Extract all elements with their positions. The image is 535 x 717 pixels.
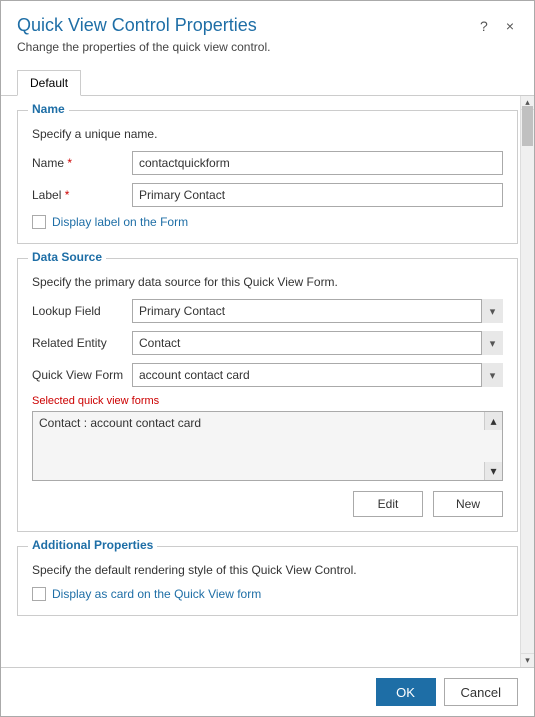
name-section-desc: Specify a unique name.: [32, 127, 503, 141]
related-entity-label: Related Entity: [32, 336, 132, 350]
selected-forms-scroll-up[interactable]: ▴: [484, 412, 502, 430]
lookup-field-row: Lookup Field Primary Contact: [32, 299, 503, 323]
display-label-row: Display label on the Form: [32, 215, 503, 229]
lookup-field-label: Lookup Field: [32, 304, 132, 318]
selected-forms-item: Contact : account contact card: [39, 416, 201, 430]
close-button[interactable]: ×: [502, 16, 518, 36]
display-label-text[interactable]: Display label on the Form: [52, 215, 188, 229]
additional-section-legend: Additional Properties: [28, 538, 157, 552]
additional-section: Additional Properties Specify the defaul…: [17, 546, 518, 616]
datasource-section-desc: Specify the primary data source for this…: [32, 275, 503, 289]
datasource-section-legend: Data Source: [28, 250, 106, 264]
lookup-field-select-wrapper: Primary Contact: [132, 299, 503, 323]
scrollbar-arrow-down[interactable]: ▾: [521, 653, 534, 667]
title-actions: ? ×: [476, 16, 518, 36]
cancel-button[interactable]: Cancel: [444, 678, 518, 706]
name-input[interactable]: [132, 151, 503, 175]
tab-bar: Default: [1, 60, 534, 96]
label-label: Label *: [32, 188, 132, 202]
new-button[interactable]: New: [433, 491, 503, 517]
edit-button[interactable]: Edit: [353, 491, 423, 517]
dialog-body-outer: Name Specify a unique name. Name * Label…: [1, 96, 534, 667]
title-bar: Quick View Control Properties ? × Change…: [1, 1, 534, 60]
dialog-subtitle: Change the properties of the quick view …: [17, 40, 518, 54]
name-section-legend: Name: [28, 102, 69, 116]
display-card-checkbox[interactable]: [32, 587, 46, 601]
tab-default[interactable]: Default: [17, 70, 81, 96]
datasource-section: Data Source Specify the primary data sou…: [17, 258, 518, 532]
scrollbar[interactable]: ▴ ▾: [520, 96, 534, 667]
label-input[interactable]: [132, 183, 503, 207]
dialog: Quick View Control Properties ? × Change…: [0, 0, 535, 717]
lookup-field-select[interactable]: Primary Contact: [132, 299, 503, 323]
selected-forms-box: Contact : account contact card ▴ ▾: [32, 411, 503, 481]
display-card-row: Display as card on the Quick View form: [32, 587, 503, 601]
help-button[interactable]: ?: [476, 16, 492, 36]
quick-view-form-label: Quick View Form: [32, 368, 132, 382]
quick-view-form-row: Quick View Form account contact card: [32, 363, 503, 387]
related-entity-select[interactable]: Contact: [132, 331, 503, 355]
name-row: Name *: [32, 151, 503, 175]
ok-button[interactable]: OK: [376, 678, 436, 706]
name-section: Name Specify a unique name. Name * Label…: [17, 110, 518, 244]
selected-forms-scroll-down[interactable]: ▾: [484, 462, 502, 480]
name-required-star: *: [67, 156, 72, 170]
related-entity-select-wrapper: Contact: [132, 331, 503, 355]
display-card-text[interactable]: Display as card on the Quick View form: [52, 587, 261, 601]
quick-view-form-select[interactable]: account contact card: [132, 363, 503, 387]
scrollbar-thumb[interactable]: [522, 106, 533, 146]
label-row: Label *: [32, 183, 503, 207]
name-label: Name *: [32, 156, 132, 170]
display-label-checkbox[interactable]: [32, 215, 46, 229]
datasource-buttons: Edit New: [32, 491, 503, 517]
dialog-body: Name Specify a unique name. Name * Label…: [1, 96, 534, 644]
additional-section-desc: Specify the default rendering style of t…: [32, 563, 503, 577]
related-entity-row: Related Entity Contact: [32, 331, 503, 355]
selected-forms-label: Selected quick view forms: [32, 395, 503, 407]
label-required-star: *: [65, 188, 70, 202]
dialog-title: Quick View Control Properties: [17, 15, 257, 36]
quick-view-form-select-wrapper: account contact card: [132, 363, 503, 387]
footer: OK Cancel: [1, 667, 534, 716]
